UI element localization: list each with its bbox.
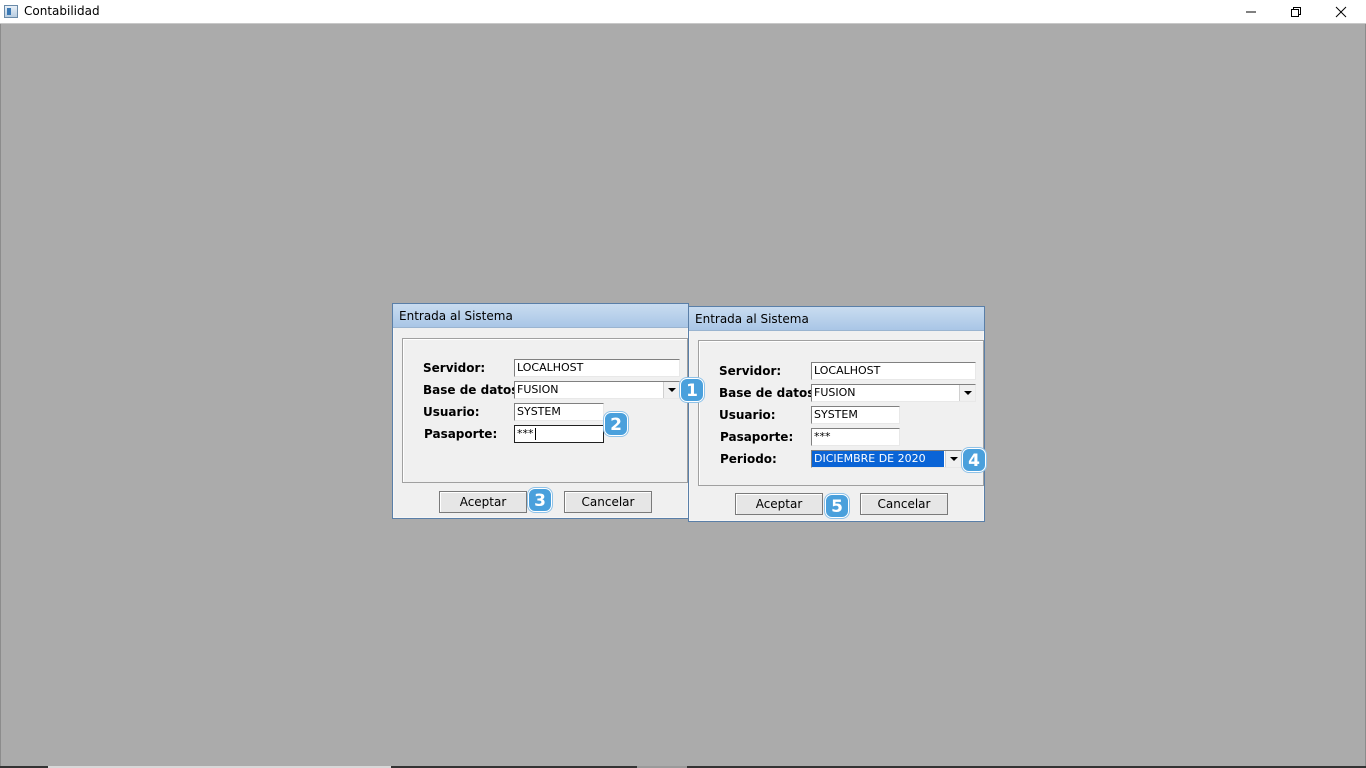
pasaporte-label: Pasaporte: [720,430,794,444]
chevron-down-icon[interactable] [959,385,975,401]
window-titlebar: Contabilidad [0,0,1366,24]
chevron-down-icon[interactable] [663,382,679,398]
minimize-button[interactable] [1228,0,1274,24]
chevron-down-icon[interactable] [945,451,961,467]
aceptar-button[interactable]: Aceptar [439,491,527,513]
base-de-datos-value: FUSION [814,386,856,399]
cancelar-button[interactable]: Cancelar [860,493,948,515]
periodo-value: DICIEMBRE DE 2020 [812,451,944,467]
base-de-datos-select[interactable]: FUSION [514,381,680,399]
pasaporte-value: *** [517,427,534,440]
periodo-label: Periodo: [720,452,777,466]
base-de-datos-label: Base de datos: [719,386,820,400]
usuario-input[interactable]: SYSTEM [514,403,604,421]
base-de-datos-select[interactable]: FUSION [811,384,976,402]
base-de-datos-label: Base de datos: [423,383,524,397]
pasaporte-input[interactable]: *** [811,428,900,446]
pasaporte-label: Pasaporte: [424,427,498,441]
servidor-label: Servidor: [719,364,782,378]
usuario-input[interactable]: SYSTEM [811,406,900,424]
minimize-icon [1246,11,1256,13]
servidor-label: Servidor: [423,361,486,375]
restore-button[interactable] [1273,0,1319,24]
dialog-title: Entrada al Sistema [689,307,984,331]
close-button[interactable] [1318,0,1364,24]
app-icon [4,5,18,18]
usuario-label: Usuario: [423,405,480,419]
periodo-select[interactable]: DICIEMBRE DE 2020 [811,450,962,468]
login-dialog-1: Entrada al Sistema Servidor: LOCALHOST B… [392,303,689,519]
base-de-datos-value: FUSION [517,383,559,396]
login-dialog-2: Entrada al Sistema Servidor: LOCALHOST B… [688,306,985,522]
pasaporte-input[interactable]: *** [514,425,604,443]
step-badge-3: 3 [528,488,552,512]
servidor-input[interactable]: LOCALHOST [514,359,680,377]
step-badge-2: 2 [604,412,628,436]
cancelar-button[interactable]: Cancelar [564,491,652,513]
servidor-input[interactable]: LOCALHOST [811,362,976,380]
usuario-label: Usuario: [719,408,776,422]
text-caret [534,428,536,440]
step-badge-1: 1 [680,378,704,402]
aceptar-button[interactable]: Aceptar [735,493,823,515]
step-badge-4: 4 [962,448,986,472]
dialog-title: Entrada al Sistema [393,304,688,328]
step-badge-5: 5 [825,494,849,518]
restore-icon [1291,7,1301,17]
window-title: Contabilidad [24,4,100,18]
close-icon [1335,6,1347,18]
